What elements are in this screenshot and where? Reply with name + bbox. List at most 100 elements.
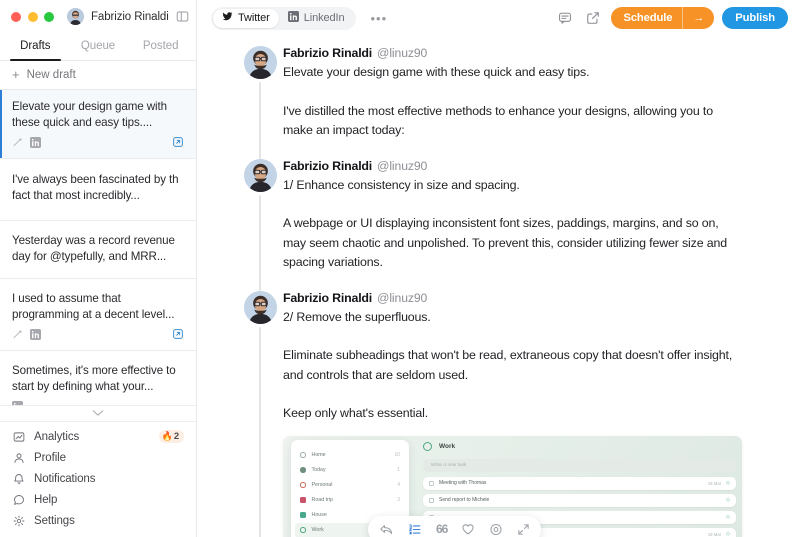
embed-item-count: 10: [394, 452, 400, 458]
sidebar-item-analytics[interactable]: Analytics 🔥 2: [0, 426, 196, 447]
embed-item-count: 4: [397, 482, 400, 488]
tweet-body[interactable]: Fabrizio Rinaldi @linuz90 1/ Enhance con…: [283, 159, 742, 291]
list-item[interactable]: I used to assume that programming at a d…: [0, 279, 196, 352]
close-window-button[interactable]: [11, 11, 21, 22]
thread-editor[interactable]: Fabrizio Rinaldi @linuz90 Elevate your d…: [197, 36, 800, 537]
avatar-image: [243, 290, 277, 324]
linkedin-icon: [30, 327, 41, 345]
quote-icon[interactable]: 66: [436, 522, 448, 536]
publish-button[interactable]: Publish: [722, 7, 788, 29]
list-item[interactable]: Yesterday was a record revenue day for @…: [0, 221, 196, 280]
draft-text: Yesterday was a record revenue day for @…: [12, 234, 175, 264]
plus-icon: +: [12, 67, 20, 83]
maximize-window-button[interactable]: [44, 11, 54, 22]
flame-icon: 🔥: [161, 431, 173, 442]
sidebar-item-label: Help: [34, 493, 58, 506]
bell-icon: [12, 472, 25, 485]
embed-item-label: House: [311, 512, 327, 518]
embed-task-label: Meeting with Thomas: [439, 480, 487, 486]
tab-queue[interactable]: Queue: [67, 33, 130, 60]
heart-icon[interactable]: [461, 523, 475, 536]
tab-linkedin[interactable]: LinkedIn: [279, 9, 354, 28]
badge-count: 2: [173, 431, 179, 443]
author-name: Fabrizio Rinaldi: [283, 158, 373, 173]
tab-drafts[interactable]: Drafts: [4, 33, 67, 61]
help-icon: [12, 493, 25, 506]
tweet-text[interactable]: 2/ Remove the superfluous. Eliminate sub…: [283, 308, 742, 424]
draft-list: Elevate your design game with these quic…: [0, 90, 196, 405]
avatar-image: [243, 46, 277, 79]
embed-item-count: 3: [397, 497, 400, 503]
embed-task-date: 18 Mar: [707, 531, 722, 537]
embed-item-label: Today: [311, 467, 326, 473]
tweet-paragraph: Elevate your design game with these quic…: [283, 65, 590, 79]
tweet-block[interactable]: Fabrizio Rinaldi @linuz90 1/ Enhance con…: [197, 158, 800, 291]
embed-item-label: Work: [311, 527, 324, 533]
author-handle: @linuz90: [377, 46, 428, 60]
embed-task-row: Send report to Michele ◇: [423, 493, 736, 507]
tweet-header: Fabrizio Rinaldi @linuz90: [283, 46, 742, 62]
traffic-lights: [11, 11, 54, 22]
schedule-arrow-icon[interactable]: →: [683, 12, 714, 24]
embed-list-item: Home 10: [291, 448, 409, 463]
avatar: [243, 290, 277, 324]
author-name: Fabrizio Rinaldi: [283, 46, 373, 60]
linkedin-icon: [287, 11, 299, 25]
sidebar-panel-icon[interactable]: [176, 7, 189, 27]
embed-task-flag-icon: ◇: [726, 514, 730, 520]
window-titlebar: Fabrizio Rinaldi: [0, 0, 196, 33]
comment-icon[interactable]: [555, 8, 575, 28]
thread-connector: [259, 326, 261, 537]
channel-selector: Twitter LinkedIn: [211, 6, 356, 30]
avatar[interactable]: [67, 8, 84, 26]
sidebar-item-label: Settings: [34, 514, 75, 527]
media-attachment-preview[interactable]: Home 10 Today 1 Personal 4 Road trip 3 H…: [283, 435, 742, 537]
embed-item-count: 1: [397, 467, 400, 473]
house-icon: [300, 512, 306, 518]
tab-twitter[interactable]: Twitter: [213, 8, 279, 28]
tweet-block[interactable]: Fabrizio Rinaldi @linuz90 Elevate your d…: [197, 46, 800, 159]
avatar: [243, 158, 277, 192]
schedule-label: Schedule: [623, 12, 673, 24]
open-external-icon[interactable]: [172, 327, 184, 345]
draft-text: I've always been fascinated by th fact t…: [12, 173, 179, 203]
user-name: Fabrizio Rinaldi: [91, 10, 169, 23]
draft-meta: [12, 401, 184, 405]
tab-posted[interactable]: Posted: [129, 33, 192, 60]
list-item[interactable]: Elevate your design game with these quic…: [0, 90, 196, 160]
eye-icon[interactable]: [489, 523, 503, 536]
app-window: Fabrizio Rinaldi Drafts Queue Posted + N…: [0, 0, 800, 537]
list-item[interactable]: Sometimes, it's more effective to start …: [0, 351, 196, 405]
thread-list-icon[interactable]: [408, 523, 422, 536]
share-external-icon[interactable]: [583, 8, 603, 28]
tweet-block[interactable]: Fabrizio Rinaldi @linuz90 2/ Remove the …: [197, 290, 800, 537]
tweet-paragraph: I've distilled the most effective method…: [283, 103, 713, 138]
list-item[interactable]: I've always been fascinated by th fact t…: [0, 159, 196, 222]
expand-icon[interactable]: [517, 523, 530, 536]
embed-task-flag-icon: ◇: [726, 480, 730, 486]
collapse-list-button[interactable]: [0, 404, 196, 423]
reply-icon[interactable]: [379, 523, 394, 536]
minimize-window-button[interactable]: [27, 11, 38, 22]
open-external-icon[interactable]: [172, 135, 184, 153]
sidebar: Fabrizio Rinaldi Drafts Queue Posted + N…: [0, 0, 197, 537]
tweet-body[interactable]: Fabrizio Rinaldi @linuz90 Elevate your d…: [283, 46, 742, 159]
embed-panel-title: Work: [439, 442, 456, 450]
new-draft-button[interactable]: + New draft: [0, 61, 196, 91]
avatar-column: [237, 158, 283, 291]
draft-text: I used to assume that programming at a d…: [12, 292, 175, 322]
sidebar-item-help[interactable]: Help: [0, 489, 196, 510]
schedule-button[interactable]: Schedule →: [611, 7, 715, 29]
tweet-text[interactable]: Elevate your design game with these quic…: [283, 63, 742, 141]
work-circle-icon: [423, 441, 432, 451]
today-icon: [300, 467, 306, 473]
sidebar-item-profile[interactable]: Profile: [0, 447, 196, 468]
more-channels-button[interactable]: •••: [364, 12, 395, 25]
sidebar-item-notifications[interactable]: Notifications: [0, 468, 196, 489]
tweet-body[interactable]: Fabrizio Rinaldi @linuz90 2/ Remove the …: [283, 291, 742, 537]
tweet-text[interactable]: 1/ Enhance consistency in size and spaci…: [283, 176, 742, 273]
sidebar-item-settings[interactable]: Settings: [0, 510, 196, 531]
work-icon: [300, 527, 306, 533]
main-toolbar: Twitter LinkedIn ••• Schedule → Publish: [197, 0, 800, 36]
thread-connector: [259, 194, 261, 291]
